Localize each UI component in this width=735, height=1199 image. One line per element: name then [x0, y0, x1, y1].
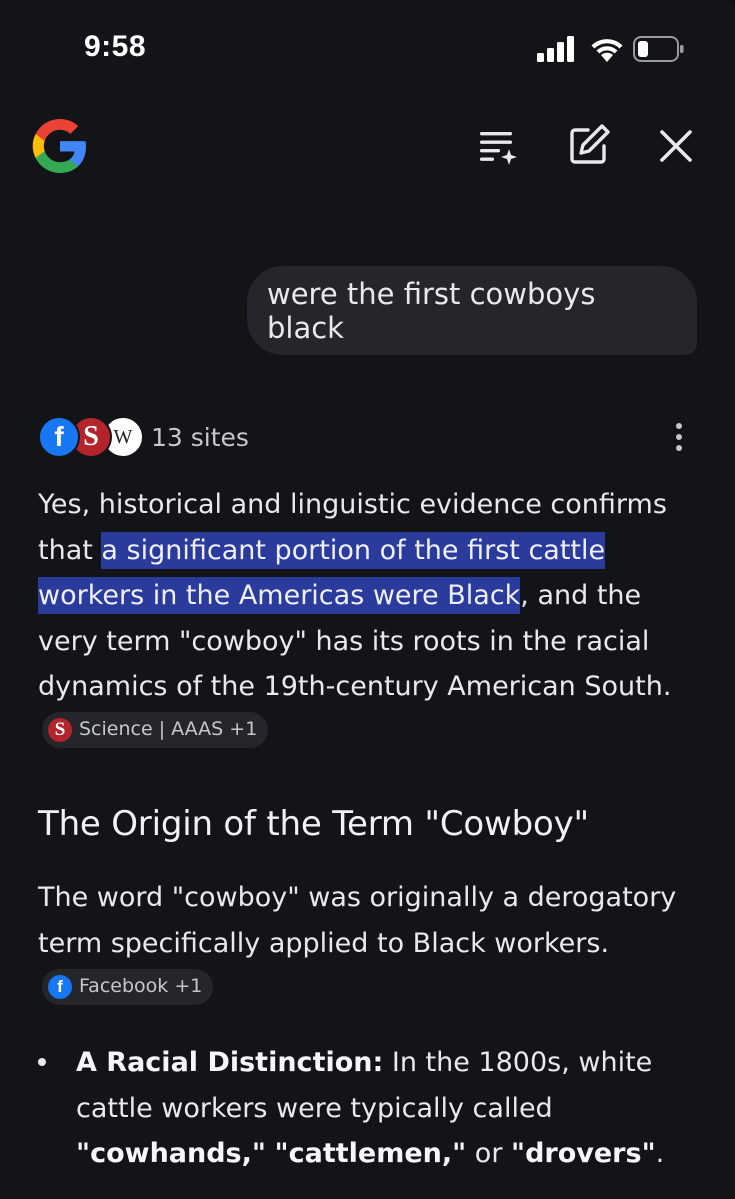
bullet-end: .: [655, 1138, 665, 1169]
section-paragraph: The word "cowboy" was originally a derog…: [38, 875, 698, 1012]
facebook-favicon-icon: f: [48, 974, 72, 999]
science-favicon-icon: S: [48, 718, 72, 742]
bullet-list: A Racial Distinction: In the 1800s, whit…: [38, 1040, 698, 1177]
section-heading: The Origin of the Term "Cowboy": [38, 804, 589, 844]
sources-count[interactable]: 13 sites: [151, 423, 249, 452]
facebook-favicon-icon: f: [38, 416, 80, 458]
tune-sparkle-icon[interactable]: [476, 124, 522, 170]
bullet-between: or: [466, 1138, 512, 1169]
answer-paragraph: Yes, historical and linguistic evidence …: [38, 482, 698, 755]
status-bar: 9:58: [0, 0, 735, 100]
google-logo-icon[interactable]: [28, 114, 92, 178]
user-query-bubble[interactable]: were the first cowboys black: [247, 266, 697, 355]
citation-chip-science[interactable]: S Science | AAAS +1: [42, 712, 269, 748]
sources-row[interactable]: f S W 13 sites: [38, 414, 698, 460]
bullet-dot-icon: [38, 1058, 46, 1066]
citation-chip-label: Science | AAAS +1: [79, 718, 258, 741]
list-item: A Racial Distinction: In the 1800s, whit…: [38, 1040, 698, 1177]
citation-chip-facebook[interactable]: f Facebook +1: [42, 968, 214, 1005]
citation-chip-label: Facebook +1: [79, 974, 203, 997]
battery-icon: [633, 36, 684, 62]
cellular-signal-icon: [537, 36, 574, 62]
bullet-term-1: "cowhands,": [76, 1138, 266, 1169]
bullet-text: A Racial Distinction: In the 1800s, whit…: [76, 1040, 698, 1177]
bullet-term-3: "drovers": [511, 1138, 656, 1169]
wifi-icon: [591, 39, 623, 62]
bullet-term-2: "cattlemen,": [274, 1138, 467, 1169]
section-paragraph-text: The word "cowboy" was originally a derog…: [38, 882, 677, 959]
user-query-text: were the first cowboys black: [267, 276, 596, 345]
bullet-title: A Racial Distinction:: [76, 1047, 384, 1078]
top-bar: [0, 100, 735, 190]
status-time: 9:58: [84, 30, 147, 63]
close-icon[interactable]: [654, 124, 698, 168]
screen: 9:58 were the first cowboys black f S W …: [0, 0, 735, 1199]
more-options-icon[interactable]: [674, 422, 684, 452]
edit-icon[interactable]: [566, 122, 612, 168]
